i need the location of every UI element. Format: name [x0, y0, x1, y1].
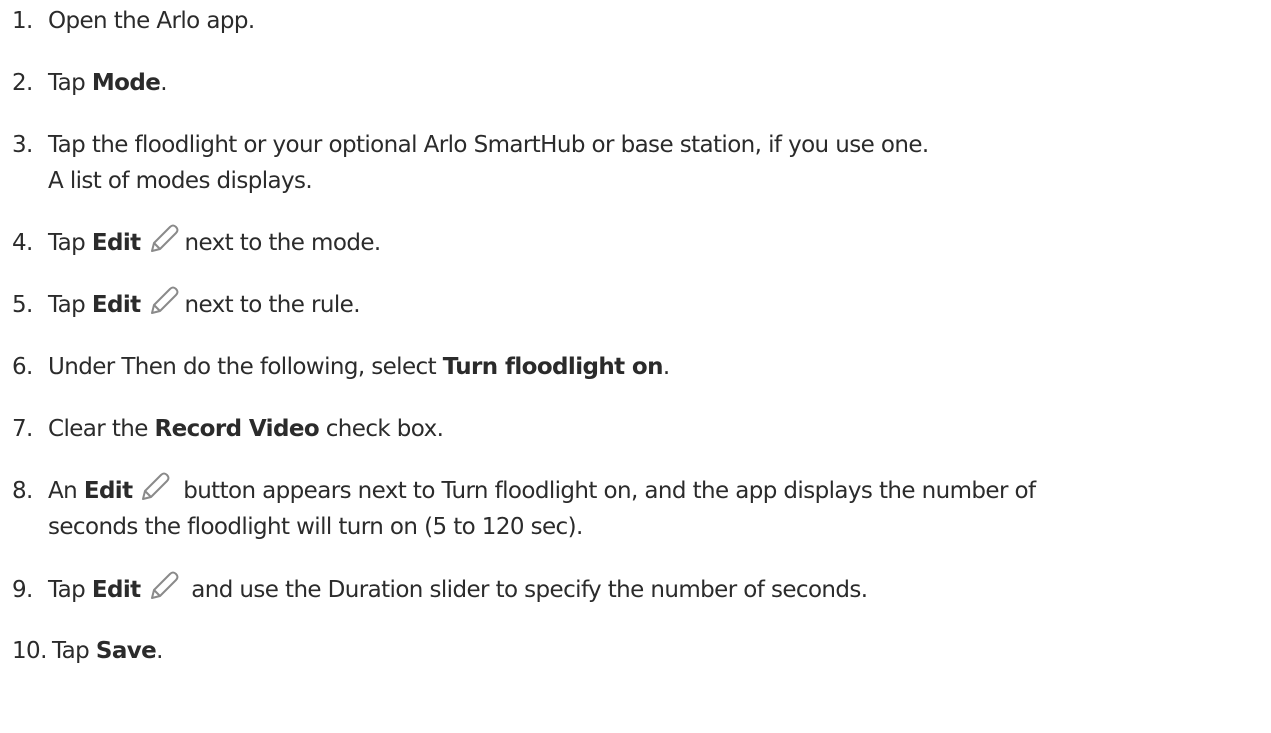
step-text: Under Then do the following, select Turn… — [48, 349, 670, 385]
step-1: 1. Open the Arlo app. — [12, 3, 255, 39]
step-text-line2: A list of modes displays. — [48, 168, 313, 194]
step-text-suffix: next to the rule. — [184, 292, 361, 318]
step-8: 8. An Edit button appears next to Turn fl… — [12, 470, 1036, 545]
step-number: 9. — [12, 577, 33, 603]
step-9: 9. Tap Edit and use the Duration slider t… — [12, 569, 868, 608]
ui-term-save: Save — [95, 638, 157, 664]
ui-term-edit: Edit — [91, 230, 141, 256]
step-text-suffix: next to the mode. — [184, 230, 382, 256]
ui-term-turn-floodlight-on: Turn floodlight on — [442, 354, 664, 380]
step-number: 5. — [12, 292, 33, 318]
ui-term-record-video: Record Video — [154, 416, 320, 442]
pencil-icon — [145, 284, 181, 320]
step-text-suffix: and use the Duration slider to specify t… — [184, 577, 868, 603]
step-text: Tap Edit and use the Duration slider to … — [48, 569, 868, 608]
step-number: 1. — [12, 8, 33, 34]
step-text-prefix: Tap — [48, 230, 92, 256]
step-text: Tap Save. — [52, 633, 163, 669]
pencil-icon — [145, 569, 181, 605]
pencil-icon — [145, 222, 181, 258]
step-6: 6. Under Then do the following, select Tu… — [12, 349, 670, 385]
step-text-prefix: An — [48, 478, 84, 504]
step-number: 10. — [12, 638, 47, 664]
step-text-suffix: . — [160, 70, 167, 96]
step-text-prefix: Tap — [52, 638, 96, 664]
ui-term-edit: Edit — [83, 478, 133, 504]
step-text: Tap Edit next to the rule. — [48, 284, 361, 323]
step-3: 3. Tap the floodlight or your optional Ar… — [12, 127, 929, 199]
step-number: 3. — [12, 132, 33, 158]
step-text: Tap the floodlight or your optional Arlo… — [48, 127, 929, 199]
step-text-suffix: button appears next to Turn floodlight o… — [176, 478, 1036, 504]
step-text-suffix: check box. — [319, 416, 444, 442]
step-number: 2. — [12, 70, 33, 96]
step-text: Tap Mode. — [48, 65, 168, 101]
step-7: 7. Clear the Record Video check box. — [12, 411, 444, 447]
step-text-line1: Tap the floodlight or your optional Arlo… — [48, 132, 929, 158]
step-number: 8. — [12, 478, 33, 504]
ui-term-edit: Edit — [91, 577, 141, 603]
step-number: 6. — [12, 354, 33, 380]
step-text: Tap Edit next to the mode. — [48, 222, 382, 261]
step-text: Open the Arlo app. — [48, 8, 255, 34]
step-text-prefix: Under Then do the following, select — [48, 354, 443, 380]
ui-term-mode: Mode — [91, 70, 161, 96]
step-4: 4. Tap Edit next to the mode. — [12, 222, 382, 261]
step-text-prefix: Clear the — [48, 416, 155, 442]
step-number: 4. — [12, 230, 33, 256]
step-text-prefix: Tap — [48, 70, 92, 96]
step-number: 7. — [12, 416, 33, 442]
step-10: 10. Tap Save. — [12, 633, 163, 669]
step-text: Clear the Record Video check box. — [48, 411, 444, 447]
pencil-icon — [136, 470, 172, 506]
step-text-prefix: Tap — [48, 292, 92, 318]
step-text-suffix: . — [156, 638, 163, 664]
step-text: An Edit button appears next to Turn floo… — [48, 470, 1036, 545]
step-text-line2: seconds the floodlight will turn on (5 t… — [48, 514, 583, 540]
ui-term-edit: Edit — [91, 292, 141, 318]
step-text-suffix: . — [662, 354, 670, 380]
step-2: 2. Tap Mode. — [12, 65, 168, 101]
step-text-prefix: Tap — [48, 577, 92, 603]
step-5: 5. Tap Edit next to the rule. — [12, 284, 361, 323]
